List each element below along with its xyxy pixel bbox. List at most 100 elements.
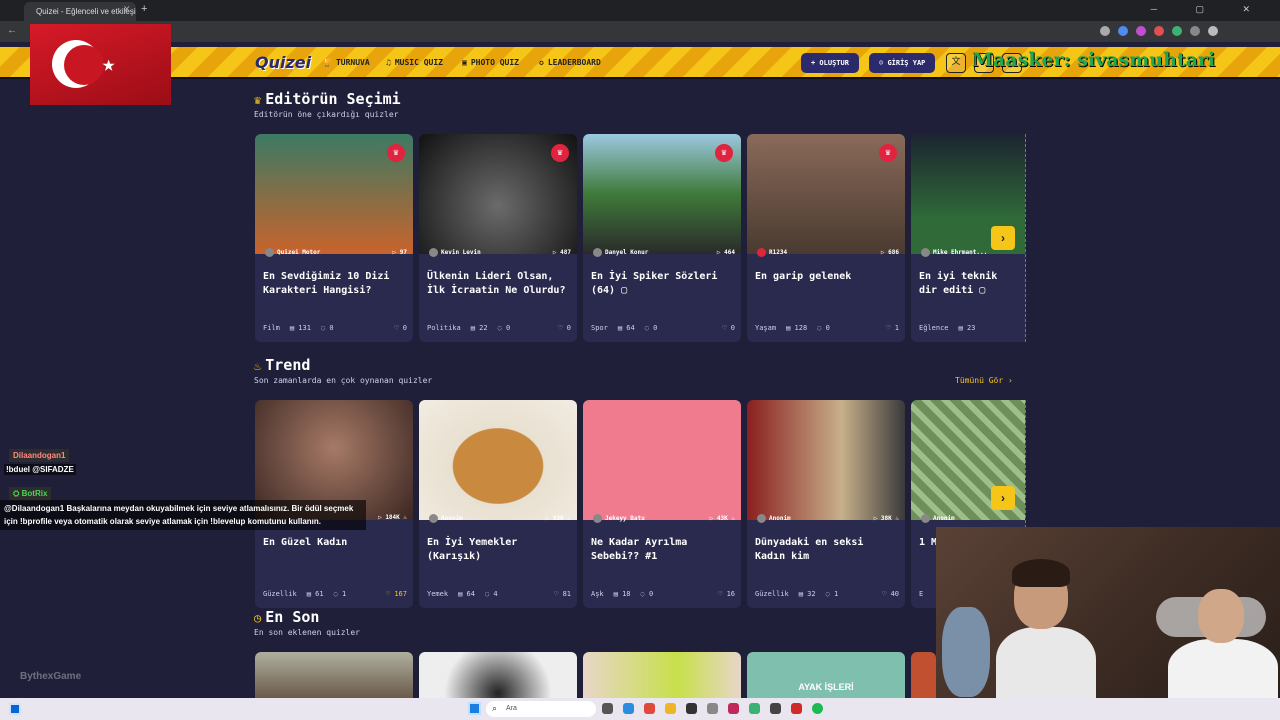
card-footer: Politika ▤ 22 ◌ 0 ♡ 0 [427,324,571,332]
site-logo[interactable]: Quizei [255,53,311,72]
latest-section-title: ◷ En Son [254,608,320,626]
star-icon: ★ [102,52,116,77]
card-footer: Aşk ▤ 18 ◌ 0 ♡ 16 [591,590,735,598]
card-meta: Quizei Motor ▷ 97 [265,248,407,257]
taskbar: ⌕ Ara [0,698,1280,720]
profile-icon[interactable] [1208,26,1218,36]
extension-icon[interactable] [1118,26,1128,36]
person-shirt [996,627,1096,700]
folder-icon[interactable] [665,703,676,714]
taskbar-apps [602,703,823,714]
avatar [593,514,602,523]
quiz-card[interactable]: ♛ Danyel Konur ▷ 464 En İyi Spiker Sözler… [583,134,741,342]
card-meta: Kevin Levin ▷ 487 [429,248,571,257]
trend-section-title: ♨ Trend [254,356,311,374]
address-bar: ← [0,21,1280,42]
card-title: En iyi teknik dir editi ▢ [919,271,998,296]
chrome-icon[interactable] [644,703,655,714]
crown-badge-icon: ♛ [551,144,569,162]
app-icon[interactable] [623,703,634,714]
card-footer: Güzellik ▤ 32 ◌ 1 ♡ 40 [755,590,899,598]
quiz-card[interactable]: Jekeyy Batu ▷ 43K ♨ Ne Kadar Ayrılma Sebe… [583,400,741,608]
app-icon[interactable] [686,703,697,714]
quiz-card[interactable]: ♛ R1234 ▷ 686 En garip gelenek Yaşam ▤ 128… [747,134,905,342]
app-icon[interactable] [749,703,760,714]
tab-close-icon[interactable]: ✕ [123,4,131,15]
translate-icon[interactable]: 文 [946,53,966,73]
latest-quiz-card[interactable] [419,652,577,698]
nav-label: TURNUVA [335,58,370,67]
carousel-next-button[interactable]: › [991,226,1015,250]
person-hair [1012,559,1070,587]
app-icon[interactable] [791,703,802,714]
spotify-icon[interactable] [812,703,823,714]
extension-icon[interactable] [1172,26,1182,36]
card-footer: Spor ▤ 64 ◌ 0 ♡ 0 [591,324,735,332]
nav-turnuva[interactable]: 🏆 TURNUVA [322,58,370,67]
avatar [757,514,766,523]
avatar [429,514,438,523]
latest-quiz-card[interactable] [583,652,741,698]
latest-section-subtitle: En son eklenen quizler [254,628,360,637]
tab-title: Quizei - Eğlenceli ve etkileşimli [36,7,136,16]
app-icon[interactable] [707,703,718,714]
crown-badge-icon: ♛ [879,144,897,162]
taskbar-search[interactable]: ⌕ Ara [486,701,596,717]
avatar [921,514,930,523]
carousel-next-button[interactable]: › [991,486,1015,510]
card-title: En Güzel Kadın [263,537,348,548]
card-title: En İyi Yemekler (Karışık) [427,537,518,562]
stream-overlay-text: Maasker: sivasmuhtari [972,49,1216,71]
window-controls[interactable]: ─ ▢ ✕ [1151,4,1268,15]
card-meta: Anonim [921,514,1019,523]
avatar [593,248,602,257]
widgets-icon[interactable] [9,703,21,715]
see-all-link[interactable]: Tümünü Gör › [955,376,1013,385]
crown-icon: ♛ [254,93,262,107]
chat-bot-message: @Dilaandogan1 Başkalarına meydan okuyabi… [0,500,366,530]
crown-badge-icon: ♛ [387,144,405,162]
bot-badge-icon: ⛭ [13,489,22,498]
login-label: GİRİŞ YAP [887,59,926,67]
card-title: Ülkenin Lideri Olsan, İlk İcraatin Ne Ol… [427,271,566,296]
card-meta: Danyel Konur ▷ 464 [593,248,735,257]
avatar [757,248,766,257]
trophy-icon: 🏆 [322,58,332,67]
task-view-icon[interactable] [602,703,613,714]
nav-photo-quiz[interactable]: ▣ PHOTO QUIZ [462,58,519,67]
login-button[interactable]: ☺ GİRİŞ YAP [869,53,936,73]
latest-quiz-card[interactable] [911,652,936,698]
nav-leaderboard[interactable]: ✪ LEADERBOARD [539,58,601,67]
back-icon[interactable]: ← [7,25,17,36]
windows-start-icon[interactable] [468,702,481,715]
latest-quiz-card[interactable]: AYAK İŞLERİ [747,652,905,698]
extension-icon[interactable] [1154,26,1164,36]
quiz-card[interactable]: ♛ Kevin Levin ▷ 487 Ülkenin Lideri Olsan,… [419,134,577,342]
chat-message: !bduel @SIFADZE [4,464,76,475]
card-footer: Güzellik ▤ 61 ◌ 1 ♡ 167 [263,590,407,598]
card-thumbnail [747,400,905,520]
browser-tab[interactable]: Quizei - Eğlenceli ve etkileşimli [24,2,136,21]
extension-icon[interactable] [1136,26,1146,36]
clock-icon: ◷ [254,611,262,625]
quiz-card[interactable]: Anonim ▷ 38K ♨ Dünyadaki en seksi Kadın k… [747,400,905,608]
latest-quiz-card[interactable] [255,652,413,698]
flame-icon: ♨ [254,359,262,373]
card-meta: Anonim ▷ 83K ♨ [429,514,571,523]
puzzle-icon[interactable] [1190,26,1200,36]
nav-music-quiz[interactable]: ♫ MUSIC QUIZ [386,58,443,67]
create-button[interactable]: + OLUŞTUR [801,53,859,73]
turkish-flag-overlay: ★ [30,24,171,105]
quiz-card[interactable]: Anonim ▷ 83K ♨ En İyi Yemekler (Karışık) … [419,400,577,608]
stream-logo: BythexGame [20,671,82,682]
chat-bot-name: ⛭ BotRix [9,487,52,501]
browser-tabbar: Quizei - Eğlenceli ve etkileşimli ✕ + ─ … [0,0,1280,21]
new-tab-button[interactable]: + [141,3,147,15]
quiz-card[interactable]: ♛ Quizei Motor ▷ 97 En Sevdiğimiz 10 Dizi… [255,134,413,342]
card-title: En Sevdiğimiz 10 Dizi Karakteri Hangisi? [263,271,390,296]
app-icon[interactable] [770,703,781,714]
star-icon[interactable] [1100,26,1110,36]
app-icon[interactable] [728,703,739,714]
card-title: Ne Kadar Ayrılma Sebebi?? #1 [591,537,688,562]
award-icon: ✪ [539,58,544,67]
